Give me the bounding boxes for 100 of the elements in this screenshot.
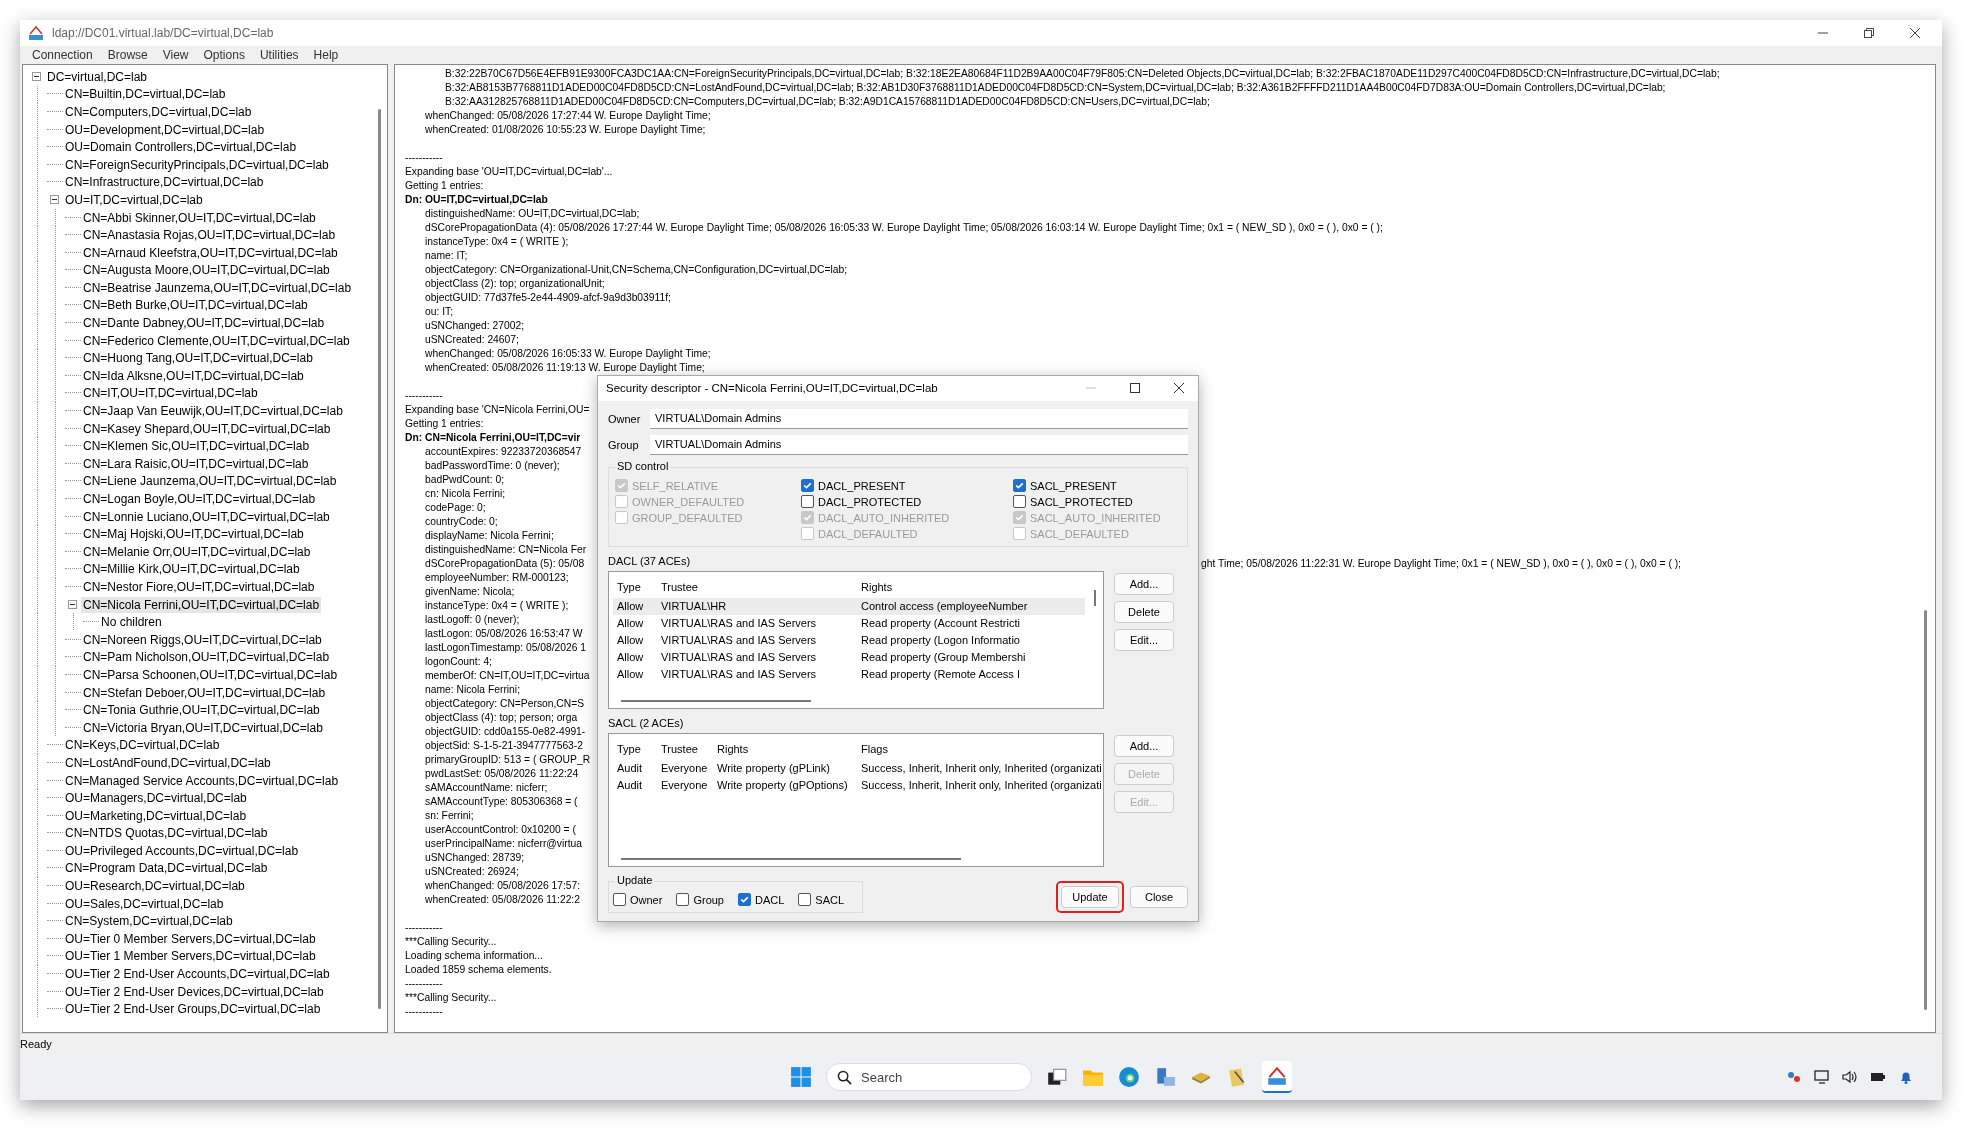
- tree-item[interactable]: CN=Nestor Fiore,OU=IT,DC=virtual,DC=lab: [81, 578, 317, 595]
- tree-item[interactable]: CN=Millie Kirk,OU=IT,DC=virtual,DC=lab: [81, 561, 302, 578]
- tree-item[interactable]: No children: [99, 614, 164, 631]
- menu-item[interactable]: Help: [307, 47, 348, 62]
- tree-item[interactable]: CN=Beatrise Jaunzema,OU=IT,DC=virtual,DC=lab: [81, 279, 354, 296]
- tree-item[interactable]: OU=Development,DC=virtual,DC=lab: [63, 121, 267, 138]
- tree-item[interactable]: CN=Jaap Van Eeuwijk,OU=IT,DC=virtual,DC=lab: [81, 403, 345, 420]
- column-header[interactable]: Trustee: [657, 737, 713, 760]
- tree-item[interactable]: CN=Ida Alksne,OU=IT,DC=virtual,DC=lab: [81, 367, 306, 384]
- tree-item[interactable]: OU=Privileged Accounts,DC=virtual,DC=lab: [63, 842, 301, 859]
- tree-item[interactable]: OU=Tier 2 End-User Accounts,DC=virtual,DC=lab: [63, 966, 332, 983]
- tree-item[interactable]: CN=Dante Dabney,OU=IT,DC=virtual,DC=lab: [81, 315, 327, 332]
- scrollbar[interactable]: [1094, 589, 1096, 606]
- checkbox[interactable]: [613, 893, 626, 907]
- scrollbar[interactable]: [1924, 609, 1927, 1010]
- tree-item[interactable]: OU=Managers,DC=virtual,DC=lab: [63, 790, 249, 807]
- checkbox[interactable]: [801, 495, 814, 509]
- collapse-icon[interactable]: [68, 600, 77, 610]
- tree-item[interactable]: CN=Stefan Deboer,OU=IT,DC=virtual,DC=lab: [81, 684, 328, 701]
- tree-item[interactable]: CN=Huong Tang,OU=IT,DC=virtual,DC=lab: [81, 350, 315, 367]
- collapse-icon[interactable]: [32, 72, 41, 82]
- column-header[interactable]: Rights: [857, 575, 1085, 598]
- column-header[interactable]: Type: [613, 575, 657, 598]
- column-header[interactable]: Rights: [713, 737, 857, 760]
- tree-item[interactable]: CN=LostAndFound,DC=virtual,DC=lab: [63, 754, 273, 771]
- menu-item[interactable]: Connection: [26, 47, 102, 62]
- list-row[interactable]: Allow VIRTUAL\RAS and IAS Servers Read property (Account Restricti: [613, 614, 1085, 632]
- tree-item[interactable]: OU=Tier 2 End-User Devices,DC=virtual,DC=lab: [63, 983, 326, 1000]
- tree-item[interactable]: OU=Sales,DC=virtual,DC=lab: [63, 895, 226, 912]
- list-row[interactable]: Allow VIRTUAL\HR Control access (employeeNumber: [613, 597, 1085, 615]
- browser-icon[interactable]: [1118, 1066, 1140, 1088]
- collapse-icon[interactable]: [50, 195, 59, 205]
- update-button[interactable]: Update: [1061, 885, 1119, 908]
- menu-item[interactable]: Options: [197, 47, 254, 62]
- tree-item[interactable]: CN=Tonia Guthrie,OU=IT,DC=virtual,DC=lab: [81, 702, 322, 719]
- tree-item[interactable]: OU=IT,DC=virtual,DC=lab: [63, 191, 205, 208]
- people-icon[interactable]: [1786, 1069, 1802, 1085]
- tree-item[interactable]: OU=Tier 2 End-User Groups,DC=virtual,DC=lab: [63, 1001, 323, 1018]
- tree-item[interactable]: OU=Tier 1 Member Servers,DC=virtual,DC=lab: [63, 948, 318, 965]
- dialog-button[interactable]: Close: [1130, 885, 1188, 908]
- checkbox[interactable]: [738, 893, 751, 907]
- tree-item[interactable]: CN=Builtin,DC=virtual,DC=lab: [63, 86, 228, 103]
- tree-item[interactable]: CN=Nicola Ferrini,OU=IT,DC=virtual,DC=lab: [81, 596, 322, 613]
- column-header[interactable]: Trustee: [657, 575, 857, 598]
- column-header[interactable]: Type: [613, 737, 657, 760]
- close-icon[interactable]: [1174, 383, 1184, 394]
- app-icon[interactable]: [1266, 1065, 1288, 1087]
- checkbox[interactable]: [798, 893, 812, 907]
- monitor-icon[interactable]: [1814, 1069, 1830, 1085]
- tree-item[interactable]: CN=Lara Raisic,OU=IT,DC=virtual,DC=lab: [81, 455, 311, 472]
- menu-item[interactable]: View: [156, 47, 198, 62]
- speaker-icon[interactable]: [1842, 1069, 1858, 1085]
- list-row[interactable]: Audit Everyone Write property (gPOptions) Success, Inherit, Inherit only, Inherited (organizati: [613, 776, 1099, 794]
- scrollbar[interactable]: [621, 699, 811, 702]
- windows-start-icon[interactable]: [790, 1066, 812, 1088]
- tree-item[interactable]: CN=Infrastructure,DC=virtual,DC=lab: [63, 174, 266, 191]
- dialog-button[interactable]: Delete: [1114, 600, 1174, 623]
- tree-item[interactable]: CN=Abbi Skinner,OU=IT,DC=virtual,DC=lab: [81, 209, 318, 226]
- tree-item[interactable]: CN=Kasey Shepard,OU=IT,DC=virtual,DC=lab: [81, 420, 333, 437]
- tree-item[interactable]: CN=Program Data,DC=virtual,DC=lab: [63, 860, 270, 877]
- tree-item[interactable]: CN=Augusta Moore,OU=IT,DC=virtual,DC=lab: [81, 262, 332, 279]
- maximize-icon[interactable]: [1130, 383, 1140, 394]
- tree-item[interactable]: CN=Keys,DC=virtual,DC=lab: [63, 737, 222, 754]
- tree-item[interactable]: CN=Klemen Sic,OU=IT,DC=virtual,DC=lab: [81, 438, 312, 455]
- tree-item[interactable]: OU=Tier 0 Member Servers,DC=virtual,DC=lab: [63, 930, 318, 947]
- task-view-icon[interactable]: [1046, 1066, 1068, 1088]
- dialog-button[interactable]: Add...: [1114, 572, 1174, 595]
- input-field[interactable]: VIRTUAL\Domain Admins: [650, 434, 1188, 455]
- checkbox[interactable]: [1013, 479, 1026, 493]
- tree-item[interactable]: CN=Parsa Schoonen,OU=IT,DC=virtual,DC=lab: [81, 666, 340, 683]
- tree-item[interactable]: CN=Anastasia Rojas,OU=IT,DC=virtual,DC=lab: [81, 227, 338, 244]
- tree-item[interactable]: CN=Maj Hojski,OU=IT,DC=virtual,DC=lab: [81, 526, 306, 543]
- tree-item[interactable]: CN=Lonnie Luciano,OU=IT,DC=virtual,DC=lab: [81, 508, 332, 525]
- checkbox[interactable]: [1013, 495, 1026, 509]
- tree-item[interactable]: CN=Logan Boyle,OU=IT,DC=virtual,DC=lab: [81, 491, 318, 507]
- restore-icon[interactable]: [1864, 28, 1874, 38]
- tree-item[interactable]: CN=Managed Service Accounts,DC=virtual,DC=lab: [63, 772, 341, 789]
- input-field[interactable]: VIRTUAL\Domain Admins: [650, 408, 1188, 429]
- tree-item[interactable]: CN=IT,OU=IT,DC=virtual,DC=lab: [81, 385, 260, 402]
- tree-item[interactable]: CN=Beth Burke,OU=IT,DC=virtual,DC=lab: [81, 297, 310, 314]
- tree-item[interactable]: OU=Domain Controllers,DC=virtual,DC=lab: [63, 139, 299, 156]
- checkbox[interactable]: [676, 893, 690, 907]
- menu-item[interactable]: Utilities: [253, 47, 308, 62]
- tree-item[interactable]: CN=Liene Jaunzema,OU=IT,DC=virtual,DC=lab: [81, 473, 339, 490]
- menu-item[interactable]: Browse: [101, 47, 157, 62]
- list-row[interactable]: Audit Everyone Write property (gPLink) Success, Inherit, Inherit only, Inherited (organizati: [613, 759, 1099, 777]
- tree-item[interactable]: CN=Melanie Orr,OU=IT,DC=virtual,DC=lab: [81, 543, 313, 560]
- tree-item[interactable]: CN=Pam Nicholson,OU=IT,DC=virtual,DC=lab: [81, 649, 332, 666]
- list-row[interactable]: Allow VIRTUAL\RAS and IAS Servers Read property (Remote Access I: [613, 665, 1085, 683]
- tree-item[interactable]: OU=Research,DC=virtual,DC=lab: [63, 878, 247, 895]
- tree-item[interactable]: CN=NTDS Quotas,DC=virtual,DC=lab: [63, 825, 270, 842]
- tree-item[interactable]: CN=ForeignSecurityPrincipals,DC=virtual,DC=lab: [63, 156, 331, 173]
- tree-item[interactable]: CN=Victoria Bryan,OU=IT,DC=virtual,DC=lab: [81, 719, 325, 736]
- close-icon[interactable]: [1910, 28, 1920, 38]
- list-row[interactable]: Allow VIRTUAL\RAS and IAS Servers Read property (Group Membershi: [613, 648, 1085, 666]
- scrollbar[interactable]: [621, 857, 961, 860]
- tree-item[interactable]: OU=Marketing,DC=virtual,DC=lab: [63, 807, 249, 824]
- scrollbar[interactable]: [378, 108, 381, 1009]
- list-row[interactable]: Allow VIRTUAL\RAS and IAS Servers Read property (Logon Informatio: [613, 631, 1085, 649]
- column-header[interactable]: Flags: [857, 737, 1099, 760]
